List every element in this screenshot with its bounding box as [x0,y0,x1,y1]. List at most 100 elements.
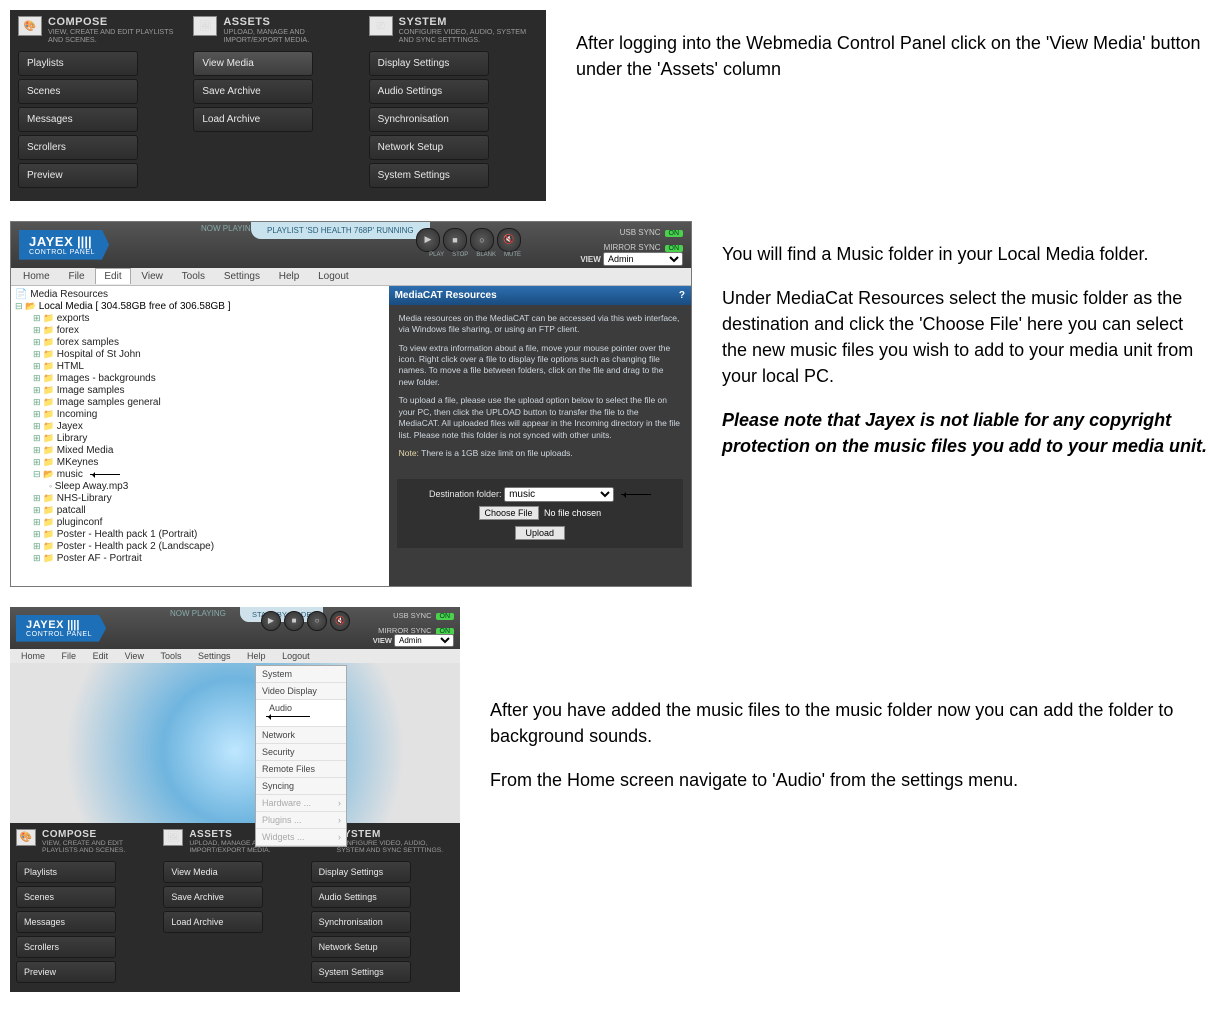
tree-item[interactable]: forex samples [33,337,385,349]
tree-music-child[interactable]: Sleep Away.mp3 [33,481,385,493]
preview-button-2[interactable]: Preview [16,961,116,983]
load-archive-button[interactable]: Load Archive [193,107,313,132]
network-setup-button-2[interactable]: Network Setup [311,936,411,958]
playlists-button-2[interactable]: Playlists [16,861,116,883]
tree-item[interactable]: Library [33,433,385,445]
view-dropdown-2[interactable]: Admin [394,634,454,647]
transport-controls: ▶ ■ ○ 🔇 [416,228,521,252]
settings-widgets[interactable]: Widgets ... [256,829,346,846]
tree-item[interactable]: Jayex [33,421,385,433]
help-icon[interactable]: ? [679,290,685,301]
menu-home[interactable]: Home [15,269,58,284]
tree-item[interactable]: Poster AF - Portrait [33,553,385,565]
network-setup-button[interactable]: Network Setup [369,135,489,160]
tree-item[interactable]: Poster - Health pack 1 (Portrait) [33,529,385,541]
choose-file-button[interactable]: Choose File [479,506,539,520]
view-media-button-2[interactable]: View Media [163,861,263,883]
tree-item[interactable]: Image samples [33,385,385,397]
stop-button[interactable]: ■ [443,228,467,252]
mute-button-2[interactable]: 🔇 [330,611,350,631]
preview-button[interactable]: Preview [18,163,138,188]
tree-music[interactable]: music [33,469,385,481]
settings-audio[interactable]: Audio [256,700,346,727]
menu-logout-2[interactable]: Logout [275,649,317,663]
tree-item[interactable]: Hospital of St John [33,349,385,361]
playlists-button[interactable]: Playlists [18,51,138,76]
tree-item[interactable]: NHS-Library [33,493,385,505]
menu-file-2[interactable]: File [55,649,84,663]
mediacat-p3: To upload a file, please use the upload … [399,395,681,441]
scenes-button[interactable]: Scenes [18,79,138,104]
tree-item[interactable]: patcall [33,505,385,517]
audio-settings-button-2[interactable]: Audio Settings [311,886,411,908]
menu-help-2[interactable]: Help [240,649,273,663]
scrollers-button-2[interactable]: Scrollers [16,936,116,958]
menu-settings[interactable]: Settings [216,269,268,284]
system-settings-button-2[interactable]: System Settings [311,961,411,983]
save-archive-button[interactable]: Save Archive [193,79,313,104]
play-button[interactable]: ▶ [416,228,440,252]
assets-icon: 🖼 [193,16,217,36]
system-settings-button[interactable]: System Settings [369,163,489,188]
menu-tools-2[interactable]: Tools [153,649,188,663]
menu-file[interactable]: File [60,269,92,284]
display-settings-button-2[interactable]: Display Settings [311,861,411,883]
messages-button-2[interactable]: Messages [16,911,116,933]
tree-item[interactable]: Images - backgrounds [33,373,385,385]
load-archive-button-2[interactable]: Load Archive [163,911,263,933]
tree-item[interactable]: Poster - Health pack 2 (Landscape) [33,541,385,553]
mute-button[interactable]: 🔇 [497,228,521,252]
menu-help[interactable]: Help [271,269,308,284]
settings-system[interactable]: System [256,666,346,683]
tree-item[interactable]: MKeynes [33,457,385,469]
menu-home-2[interactable]: Home [14,649,52,663]
view-selector: VIEW Admin [580,252,683,266]
folder-tree[interactable]: 📄 Media Resources Local Media [ 304.58GB… [11,286,389,586]
mediacat-p1: Media resources on the MediaCAT can be a… [399,313,681,336]
settings-syncing[interactable]: Syncing [256,778,346,795]
tree-item[interactable]: Mixed Media [33,445,385,457]
menu-edit-2[interactable]: Edit [86,649,116,663]
messages-button[interactable]: Messages [18,107,138,132]
settings-remote-files[interactable]: Remote Files [256,761,346,778]
caption-1-text: After logging into the Webmedia Control … [576,30,1210,82]
menu-logout[interactable]: Logout [310,269,357,284]
menu-settings-2[interactable]: Settings [191,649,238,663]
view-dropdown[interactable]: Admin [603,252,683,266]
blank-button-2[interactable]: ○ [307,611,327,631]
destination-select[interactable]: music [504,487,614,502]
menu-tools[interactable]: Tools [174,269,213,284]
synchronisation-button[interactable]: Synchronisation [369,107,489,132]
stop-button-2[interactable]: ■ [284,611,304,631]
display-settings-button[interactable]: Display Settings [369,51,489,76]
tree-item[interactable]: exports [33,313,385,325]
menu-edit[interactable]: Edit [95,268,130,284]
menu-view-2[interactable]: View [118,649,151,663]
tree-root[interactable]: Local Media [ 304.58GB free of 306.58GB … [15,301,385,313]
no-file-label: No file chosen [544,508,601,518]
scrollers-button[interactable]: Scrollers [18,135,138,160]
compose-icon: 🎨 [18,16,42,36]
tree-item[interactable]: HTML [33,361,385,373]
settings-hardware[interactable]: Hardware ... [256,795,346,812]
caption-3: After you have added the music files to … [490,607,1210,811]
tree-item[interactable]: forex [33,325,385,337]
audio-settings-button[interactable]: Audio Settings [369,79,489,104]
view-media-button[interactable]: View Media [193,51,313,76]
upload-button[interactable]: Upload [515,526,566,540]
settings-plugins[interactable]: Plugins ... [256,812,346,829]
menu-view[interactable]: View [133,269,171,284]
tree-item[interactable]: pluginconf [33,517,385,529]
settings-security[interactable]: Security [256,744,346,761]
tree-item[interactable]: Incoming [33,409,385,421]
save-archive-button-2[interactable]: Save Archive [163,886,263,908]
settings-network[interactable]: Network [256,727,346,744]
scenes-button-2[interactable]: Scenes [16,886,116,908]
play-button-2[interactable]: ▶ [261,611,281,631]
compose-subtitle: VIEW, CREATE AND EDIT PLAYLISTS AND SCEN… [48,28,187,45]
tree-item[interactable]: Image samples general [33,397,385,409]
settings-video-display[interactable]: Video Display [256,683,346,700]
synchronisation-button-2[interactable]: Synchronisation [311,911,411,933]
blank-button[interactable]: ○ [470,228,494,252]
brand-logo: JAYEX |||| CONTROL PANEL [19,230,109,260]
